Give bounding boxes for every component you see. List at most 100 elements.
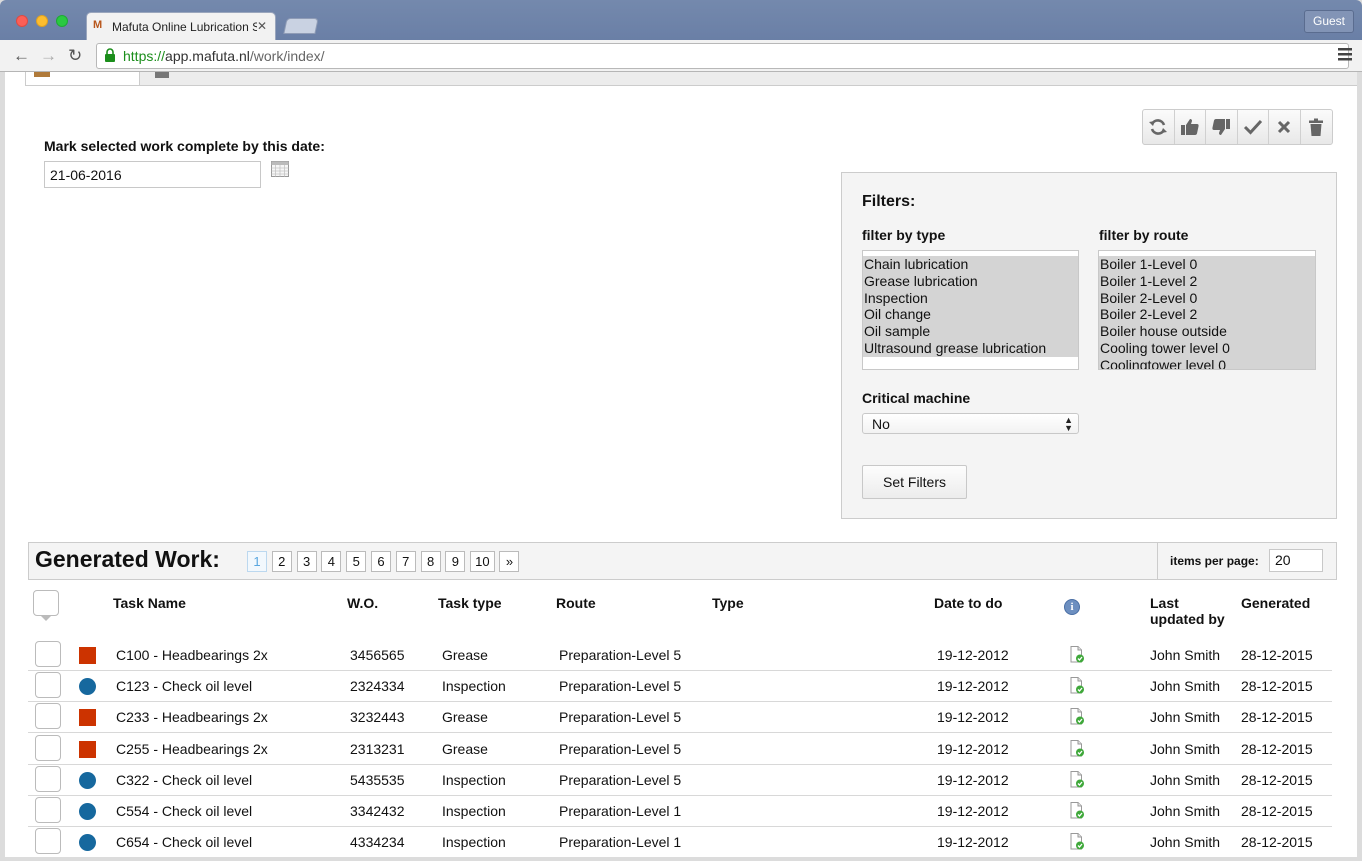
filter-type-option[interactable]: Ultrasound grease lubrication <box>863 339 1078 357</box>
back-arrow-icon[interactable]: ← <box>13 46 30 66</box>
filter-route-option[interactable]: Boiler 2-Level 0 <box>1099 289 1315 307</box>
cell-task-name[interactable]: C100 - Headbearings 2x <box>116 647 268 663</box>
filter-type-option[interactable]: Oil sample <box>863 323 1078 340</box>
calendar-icon[interactable] <box>271 161 289 177</box>
next-page-link[interactable]: » <box>499 551 520 572</box>
reload-icon[interactable]: ↻ <box>68 46 82 66</box>
row-checkbox[interactable] <box>35 828 61 855</box>
document-approved-icon[interactable] <box>1070 677 1084 694</box>
filter-type-option[interactable]: Chain lubrication <box>863 256 1078 273</box>
maximize-window-button[interactable] <box>56 15 68 27</box>
table-row[interactable]: C654 - Check oil level 4334234 Inspection P… <box>28 827 1332 857</box>
table-row[interactable]: C100 - Headbearings 2x 3456565 Grease Prepa… <box>28 640 1332 671</box>
cell-task-name[interactable]: C654 - Check oil level <box>116 834 252 850</box>
header-last-updated-by[interactable]: Last updated by <box>1150 595 1230 627</box>
refresh-icon <box>1149 119 1168 135</box>
filter-route-option[interactable]: Boiler house outside <box>1099 323 1315 340</box>
table-row[interactable]: C123 - Check oil level 2324334 Inspection P… <box>28 671 1332 703</box>
set-filters-button[interactable]: Set Filters <box>862 465 967 499</box>
cell-task-name[interactable]: C123 - Check oil level <box>116 678 252 694</box>
cell-task-name[interactable]: C554 - Check oil level <box>116 803 252 819</box>
page-link[interactable]: 3 <box>296 551 317 572</box>
page-tab-work[interactable] <box>25 72 140 86</box>
header-route[interactable]: Route <box>556 595 596 611</box>
complete-button[interactable] <box>1238 110 1269 144</box>
hamburger-menu-icon[interactable] <box>1338 48 1352 61</box>
row-checkbox[interactable] <box>35 765 61 792</box>
action-toolbar <box>1142 109 1333 145</box>
select-dropdown-icon[interactable] <box>40 615 52 621</box>
filter-route-option[interactable]: Cooling tower level 0 <box>1099 339 1315 357</box>
filter-type-listbox[interactable]: Chain lubrication Grease lubrication Ins… <box>862 250 1079 370</box>
table-row[interactable]: C255 - Headbearings 2x 2313231 Grease Prepa… <box>28 734 1332 765</box>
page-link[interactable]: 7 <box>395 551 416 572</box>
completion-date-input[interactable] <box>44 161 261 188</box>
document-approved-icon[interactable] <box>1070 833 1084 850</box>
critical-machine-label: Critical machine <box>862 390 971 406</box>
browser-tab[interactable]: M Mafuta Online Lubrication S ✕ <box>86 12 276 40</box>
address-bar[interactable]: https://app.mafuta.nl/work/index/ <box>96 43 1349 69</box>
filter-route-option[interactable]: Coolingtower level 0 <box>1099 356 1315 369</box>
row-checkbox[interactable] <box>35 703 61 730</box>
document-approved-icon[interactable] <box>1070 802 1084 819</box>
cell-generated: 28-12-2015 <box>1241 803 1313 819</box>
table-row[interactable]: C322 - Check oil level 5435535 Inspection P… <box>28 765 1332 796</box>
page-link[interactable]: 4 <box>321 551 342 572</box>
row-checkbox[interactable] <box>35 641 61 667</box>
page-link[interactable]: 8 <box>420 551 441 572</box>
tab-close-icon[interactable]: ✕ <box>257 19 267 33</box>
header-type[interactable]: Type <box>712 595 744 611</box>
page-link[interactable]: 9 <box>445 551 466 572</box>
close-window-button[interactable] <box>16 15 28 27</box>
browser-titlebar: M Mafuta Online Lubrication S ✕ Guest <box>0 0 1362 40</box>
document-approved-icon[interactable] <box>1070 708 1084 725</box>
document-approved-icon[interactable] <box>1070 770 1084 788</box>
cell-date-to-do: 19-12-2012 <box>937 834 1009 851</box>
cell-task-name[interactable]: C233 - Headbearings 2x <box>116 709 268 725</box>
items-per-page-input[interactable]: 20 <box>1269 549 1323 572</box>
header-task-name[interactable]: Task Name <box>113 595 186 611</box>
critical-machine-select[interactable]: No ▲ ▼ <box>862 413 1079 434</box>
archive-tab-icon[interactable] <box>155 72 169 78</box>
header-generated[interactable]: Generated <box>1241 595 1310 611</box>
page-link[interactable]: 10 <box>470 551 495 572</box>
header-task-type[interactable]: Task type <box>438 595 502 611</box>
page-link[interactable]: 1 <box>247 551 267 572</box>
filter-route-option[interactable]: Boiler 2-Level 2 <box>1099 306 1315 324</box>
cancel-button[interactable] <box>1269 110 1301 144</box>
filter-route-option[interactable]: Boiler 1-Level 2 <box>1099 272 1315 290</box>
header-wo[interactable]: W.O. <box>347 595 378 611</box>
cell-task-name[interactable]: C255 - Headbearings 2x <box>116 741 268 757</box>
page-link[interactable]: 6 <box>370 551 391 572</box>
page-link[interactable]: 5 <box>346 551 367 572</box>
select-all-checkbox[interactable] <box>33 590 59 616</box>
refresh-button[interactable] <box>1143 110 1175 144</box>
approve-button[interactable] <box>1175 110 1206 144</box>
table-row[interactable]: C554 - Check oil level 3342432 Inspection P… <box>28 796 1332 827</box>
filter-type-option[interactable]: Grease lubrication <box>863 272 1078 290</box>
filter-type-option[interactable]: Inspection <box>863 289 1078 307</box>
tab-title: Mafuta Online Lubrication S <box>112 20 257 34</box>
document-approved-icon[interactable] <box>1070 646 1084 663</box>
forward-arrow-icon[interactable]: → <box>40 46 57 66</box>
document-approved-icon[interactable] <box>1070 739 1084 757</box>
header-date-to-do[interactable]: Date to do <box>934 595 1002 611</box>
new-tab-button[interactable] <box>283 18 319 34</box>
row-checkbox[interactable] <box>35 672 61 699</box>
minimize-window-button[interactable] <box>36 15 48 27</box>
cell-generated: 28-12-2015 <box>1241 740 1313 757</box>
cell-generated: 28-12-2015 <box>1241 771 1313 788</box>
cell-last-updated-by: John Smith <box>1150 803 1221 819</box>
filter-route-listbox[interactable]: Boiler 1-Level 0 Boiler 1-Level 2 Boiler… <box>1098 250 1316 370</box>
table-row[interactable]: C233 - Headbearings 2x 3232443 Grease Prepa… <box>28 702 1332 734</box>
filter-route-label: filter by route <box>1099 227 1189 243</box>
page-link[interactable]: 2 <box>271 551 292 572</box>
filter-type-option[interactable]: Oil change <box>863 306 1078 324</box>
delete-button[interactable] <box>1301 110 1332 144</box>
row-checkbox[interactable] <box>35 797 61 823</box>
row-checkbox[interactable] <box>35 734 61 761</box>
guest-profile-button[interactable]: Guest <box>1303 10 1354 33</box>
filter-route-option[interactable]: Boiler 1-Level 0 <box>1099 256 1315 273</box>
cell-task-name[interactable]: C322 - Check oil level <box>116 772 252 788</box>
reject-button[interactable] <box>1206 110 1238 144</box>
